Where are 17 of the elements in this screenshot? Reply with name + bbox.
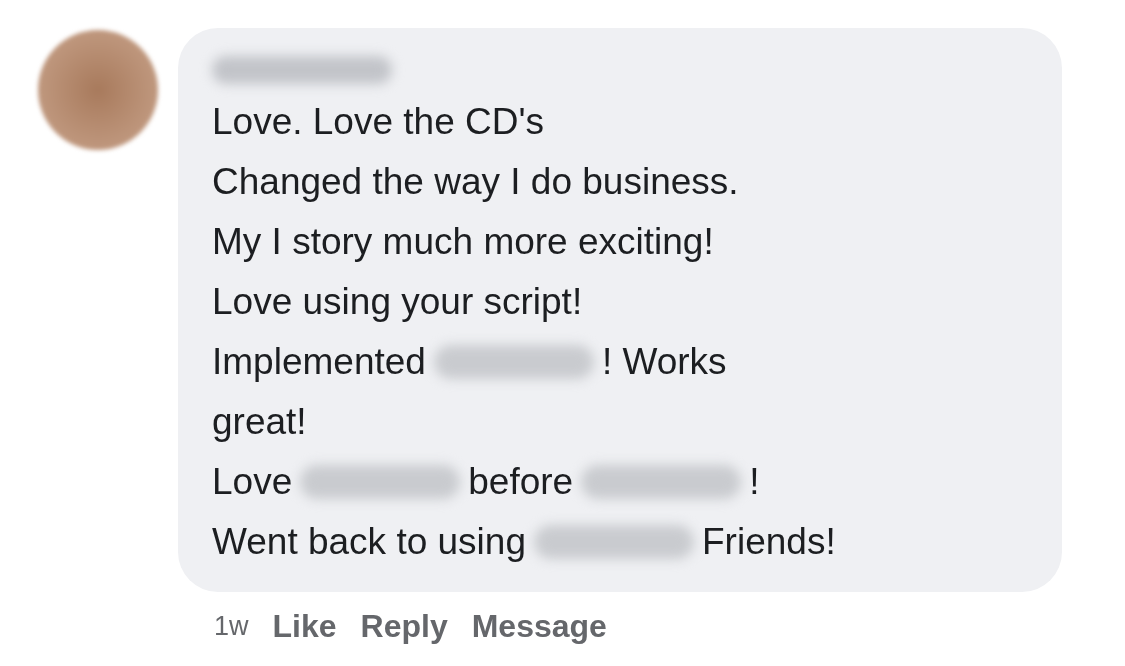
comment-text: Friends!	[702, 520, 836, 564]
comment-action-link[interactable]: Message	[471, 602, 607, 650]
comment-text: Love using your script!	[212, 280, 583, 324]
comment-text: ! Works	[601, 340, 727, 384]
comment-text: great!	[212, 400, 307, 444]
comment-action-link[interactable]: Like	[272, 602, 337, 650]
comment-text: My I story much more exciting!	[212, 220, 714, 264]
comment-text: Changed the way I do business.	[212, 160, 739, 204]
comment-text: Love	[212, 460, 293, 504]
comment-text: !	[749, 460, 760, 504]
comment-text: Went back to using	[212, 520, 526, 564]
comment-text: before	[468, 460, 574, 504]
comment-time: 1w	[214, 609, 249, 643]
comment-text: Implemented	[212, 340, 426, 384]
avatar[interactable]	[38, 30, 158, 150]
comment-action-link[interactable]: Reply	[360, 602, 448, 650]
comment-text: Love. Love the CD's	[212, 100, 545, 144]
